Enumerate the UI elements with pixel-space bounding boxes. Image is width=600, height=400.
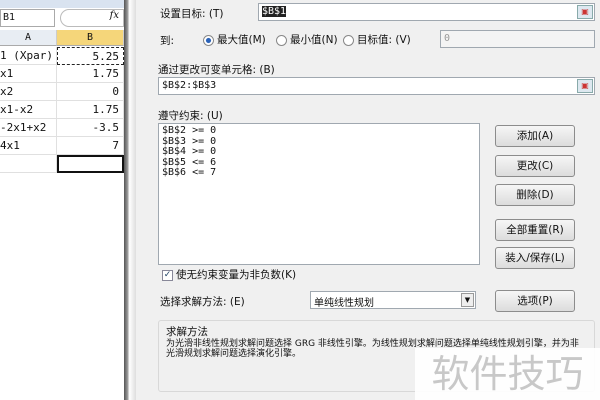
spreadsheet: B1 fx A B 1 (Xpar) 5.25 x1 1.75 x2 0 x1-x2 1.75… — [0, 0, 124, 400]
chevron-down-icon[interactable]: ▼ — [461, 293, 474, 307]
cell-b[interactable]: 7 — [57, 137, 124, 155]
name-box[interactable]: B1 — [0, 9, 55, 27]
changing-cells-input[interactable]: $B$2:$B$3 — [158, 77, 595, 95]
cell-a[interactable]: x1-x2 — [0, 101, 57, 119]
add-button[interactable]: 添加(A) — [495, 125, 575, 147]
cell-a[interactable]: 1 (Xpar) — [0, 47, 57, 65]
constraints-list[interactable]: $B$2 >= 0 $B$3 >= 0 $B$4 >= 0 $B$5 <= 6 $B$6… — [158, 123, 480, 265]
method-select[interactable]: 单纯线性规划 ▼ — [310, 291, 476, 309]
options-button[interactable]: 选项(P) — [495, 290, 575, 312]
sheet-title-bar — [0, 0, 124, 8]
radio-icon — [203, 34, 214, 46]
load-save-button[interactable]: 装入/保存(L) — [495, 247, 575, 269]
cell-b[interactable]: 1.75 — [57, 65, 124, 83]
radio-icon — [276, 34, 287, 46]
radio-value-of[interactable]: 目标值: (V) — [343, 32, 411, 47]
watermark: 软件技巧 — [415, 348, 600, 400]
cell-a[interactable] — [0, 155, 57, 173]
column-header-b[interactable]: B — [57, 30, 124, 46]
radio-label: 最大值(M) — [217, 34, 266, 46]
target-input[interactable]: $B$1 — [258, 3, 595, 21]
cell-a[interactable]: 4x1 — [0, 137, 57, 155]
radio-label: 最小值(N) — [290, 34, 338, 46]
target-label: 设置目标: (T) — [160, 8, 224, 20]
cell-b[interactable]: -3.5 — [57, 119, 124, 137]
method-value: 单纯线性规划 — [314, 298, 374, 309]
cell-b[interactable]: 1.75 — [57, 101, 124, 119]
changing-cells-label: 通过更改可变单元格: (B) — [158, 64, 275, 76]
radio-icon — [343, 34, 354, 46]
constraints-label: 遵守约束: (U) — [158, 110, 223, 122]
method-label: 选择求解方法: (E) — [160, 296, 245, 308]
cell-b[interactable]: 5.25 — [57, 47, 124, 65]
cell-a[interactable]: x1 — [0, 65, 57, 83]
collapse-icon[interactable]: ▣ — [577, 79, 593, 93]
radio-max[interactable]: 最大值(M) — [203, 32, 266, 47]
nonneg-label: 使无约束变量为非负数(K) — [176, 269, 297, 281]
cell-a[interactable]: x2 — [0, 83, 57, 101]
checkbox-icon: ✓ — [162, 269, 173, 281]
target-amount-input[interactable]: 0 — [440, 30, 595, 48]
change-button[interactable]: 更改(C) — [495, 155, 575, 177]
constraint-item[interactable]: $B$2 >= 0 — [162, 125, 476, 137]
cell-b[interactable] — [57, 155, 124, 173]
target-value: $B$1 — [262, 6, 287, 17]
radio-label: 目标值: (V) — [357, 34, 411, 46]
constraint-item[interactable]: $B$6 <= 7 — [162, 167, 476, 179]
reset-all-button[interactable]: 全部重置(R) — [495, 219, 575, 241]
delete-button[interactable]: 删除(D) — [495, 184, 575, 206]
window-divider — [124, 0, 136, 400]
nonneg-checkbox[interactable]: ✓ 使无约束变量为非负数(K) — [162, 267, 296, 282]
group-title: 求解方法 — [166, 326, 208, 338]
to-label: 到: — [160, 35, 175, 47]
radio-min[interactable]: 最小值(N) — [276, 32, 338, 47]
fx-icon[interactable]: fx — [60, 9, 124, 27]
cell-b[interactable]: 0 — [57, 83, 124, 101]
collapse-icon[interactable]: ▣ — [577, 5, 593, 19]
cell-a[interactable]: -2x1+x2 — [0, 119, 57, 137]
constraint-item[interactable]: $B$4 >= 0 — [162, 146, 476, 158]
column-header-a[interactable]: A — [0, 30, 57, 46]
